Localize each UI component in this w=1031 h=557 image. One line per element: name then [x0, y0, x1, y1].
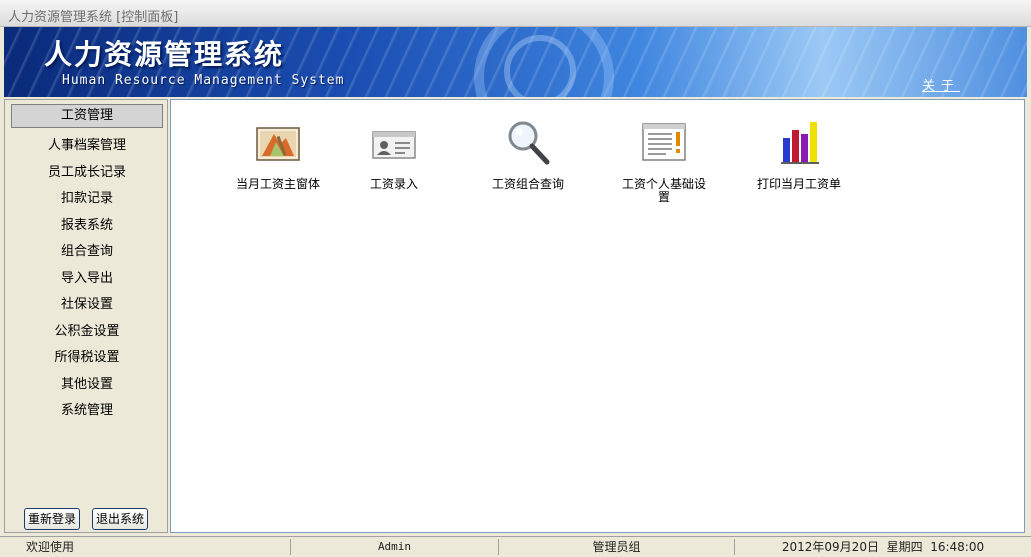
sidebar-item-social-security[interactable]: 社保设置	[11, 293, 163, 317]
sidebar-item-deductions[interactable]: 扣款记录	[11, 187, 163, 211]
status-user: Admin	[291, 539, 499, 555]
window-title: 人力资源管理系统 [控制面板]	[8, 10, 179, 25]
sidebar-item-combined-query[interactable]: 组合查询	[11, 240, 163, 264]
app-title: 人力资源管理系统	[44, 38, 285, 71]
payroll-window-icon	[254, 118, 302, 166]
main-content: 当月工资主窗体 工资录入 工资组合查询 工资个人基础设置 打印当月工资单	[170, 99, 1025, 533]
tile-label: 工资录入	[369, 177, 418, 191]
sidebar-item-growth-records[interactable]: 员工成长记录	[11, 161, 163, 185]
tile-label: 工资个人基础设置	[621, 177, 706, 204]
tile-salary-combined-query[interactable]: 工资组合查询	[463, 118, 593, 191]
bar-chart-icon	[775, 118, 823, 166]
status-bar: 欢迎使用 Admin 管理员组 2012年09月20日 星期四 16:48:00	[0, 536, 1031, 557]
settings-document-icon	[640, 118, 688, 166]
sidebar-item-personnel-files[interactable]: 人事档案管理	[11, 134, 163, 158]
tile-print-payslip[interactable]: 打印当月工资单	[734, 118, 864, 191]
relogin-button[interactable]: 重新登录	[24, 508, 81, 530]
sidebar-item-housing-fund[interactable]: 公积金设置	[11, 320, 163, 344]
status-group: 管理员组	[499, 539, 735, 555]
exit-button[interactable]: 退出系统	[92, 508, 149, 530]
sidebar-item-import-export[interactable]: 导入导出	[11, 267, 163, 291]
sidebar-item-income-tax[interactable]: 所得税设置	[11, 346, 163, 370]
tile-label: 工资组合查询	[491, 177, 564, 191]
id-card-icon	[370, 118, 418, 166]
sidebar-item-salary[interactable]: 工资管理	[11, 104, 163, 128]
status-welcome: 欢迎使用	[0, 539, 291, 555]
app-subtitle: Human Resource Management System	[62, 73, 345, 88]
sidebar-item-other-settings[interactable]: 其他设置	[11, 373, 163, 397]
about-link[interactable]: 关于	[922, 75, 960, 94]
sidebar-item-reports[interactable]: 报表系统	[11, 214, 163, 238]
tile-label: 打印当月工资单	[756, 177, 841, 191]
status-datetime: 2012年09月20日 星期四 16:48:00	[781, 540, 985, 554]
tile-personal-salary-settings[interactable]: 工资个人基础设置	[599, 118, 729, 204]
header-banner: 人力资源管理系统 Human Resource Management Syste…	[4, 27, 1027, 97]
tile-label: 当月工资主窗体	[235, 177, 320, 191]
banner-disc-decoration-inner	[504, 35, 576, 97]
sidebar: 工资管理 人事档案管理 员工成长记录 扣款记录 报表系统 组合查询 导入导出 社…	[4, 99, 168, 533]
tile-monthly-payroll[interactable]: 当月工资主窗体	[213, 118, 343, 191]
window-titlebar: 人力资源管理系统 [控制面板]	[0, 0, 1031, 27]
sidebar-item-system-management[interactable]: 系统管理	[11, 399, 163, 423]
tile-salary-entry[interactable]: 工资录入	[329, 118, 459, 191]
magnifier-icon	[504, 118, 552, 166]
